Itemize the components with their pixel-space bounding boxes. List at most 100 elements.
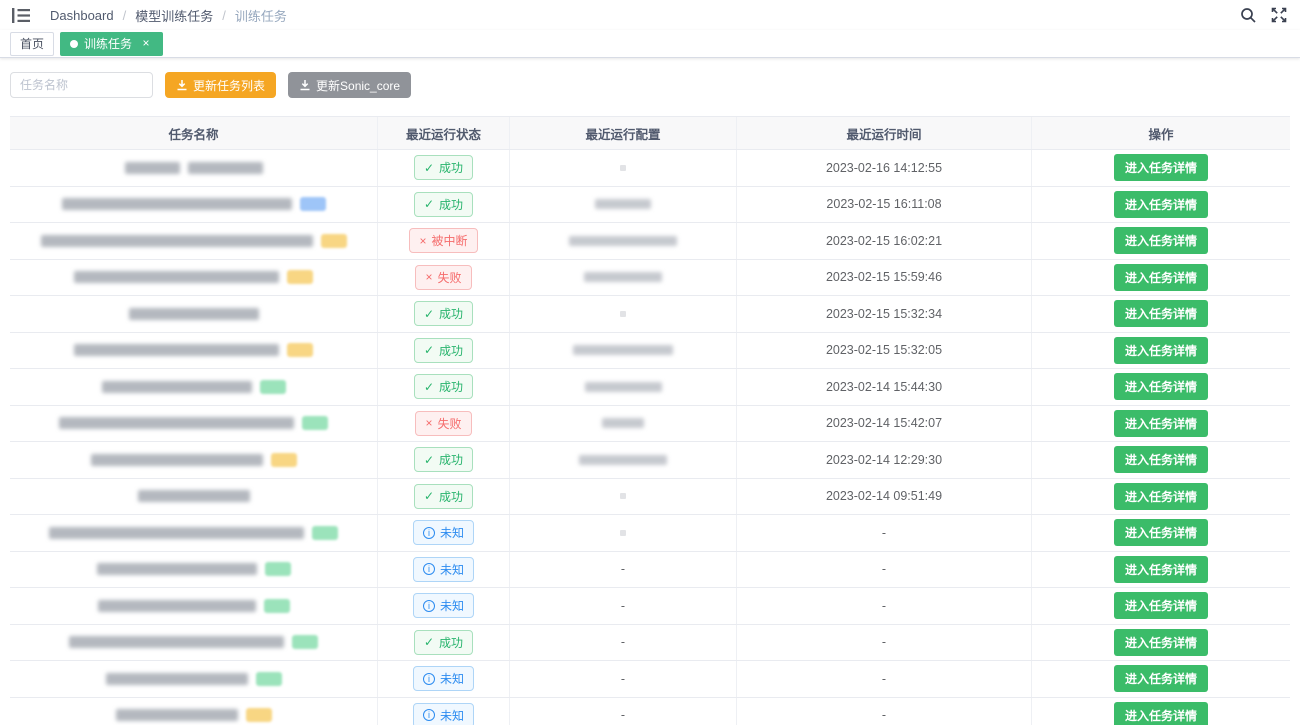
enter-task-button[interactable]: 进入任务详情 — [1114, 592, 1208, 619]
redacted-text-block — [138, 490, 250, 502]
status-badge: i未知 — [413, 666, 474, 691]
breadcrumb-separator: / — [123, 8, 127, 23]
status-label: 成功 — [439, 342, 463, 359]
task-name-redacted — [129, 308, 259, 320]
task-name-redacted — [41, 234, 347, 248]
enter-task-button[interactable]: 进入任务详情 — [1114, 337, 1208, 364]
redacted-config-block — [585, 382, 662, 392]
task-tag-green — [312, 526, 338, 540]
table-row: ✓成功2023-02-16 14:12:55进入任务详情 — [10, 150, 1290, 187]
status-cell: ✓成功 — [378, 479, 510, 515]
enter-task-button[interactable]: 进入任务详情 — [1114, 519, 1208, 546]
enter-task-button[interactable]: 进入任务详情 — [1114, 446, 1208, 473]
task-name-cell — [10, 625, 378, 661]
status-cell: ✓成功 — [378, 625, 510, 661]
table-row: i未知--进入任务详情 — [10, 588, 1290, 625]
enter-task-button[interactable]: 进入任务详情 — [1114, 410, 1208, 437]
enter-task-button[interactable]: 进入任务详情 — [1114, 629, 1208, 656]
config-cell: - — [510, 625, 737, 661]
tab-active[interactable]: 训练任务× — [60, 32, 163, 56]
action-cell: 进入任务详情 — [1032, 479, 1290, 515]
time-cell: 2023-02-14 12:29:30 — [737, 442, 1032, 478]
time-cell: 2023-02-15 16:02:21 — [737, 223, 1032, 259]
redacted-text-block — [116, 709, 238, 721]
config-empty-dash: - — [621, 562, 625, 576]
enter-task-button[interactable]: 进入任务详情 — [1114, 702, 1208, 725]
action-cell: 进入任务详情 — [1032, 333, 1290, 369]
action-cell: 进入任务详情 — [1032, 442, 1290, 478]
status-cell: i未知 — [378, 588, 510, 624]
task-name-cell — [10, 260, 378, 296]
time-cell: - — [737, 515, 1032, 551]
task-name-cell — [10, 187, 378, 223]
status-success-icon: ✓ — [424, 161, 434, 175]
breadcrumb-item[interactable]: 模型训练任务 — [135, 6, 213, 25]
enter-task-button[interactable]: 进入任务详情 — [1114, 264, 1208, 291]
table-row: ×失败2023-02-15 15:59:46进入任务详情 — [10, 260, 1290, 297]
status-badge: ✓成功 — [414, 484, 473, 509]
task-tag-green — [256, 672, 282, 686]
status-badge: × 失败 — [415, 265, 471, 290]
config-cell: - — [510, 588, 737, 624]
task-name-input[interactable] — [10, 72, 153, 98]
task-tag-green — [302, 416, 328, 430]
task-name-cell — [10, 515, 378, 551]
enter-task-button[interactable]: 进入任务详情 — [1114, 191, 1208, 218]
task-name-redacted — [49, 526, 338, 540]
search-icon[interactable] — [1240, 7, 1257, 24]
status-success-icon: ✓ — [424, 197, 434, 211]
task-tag-yellow — [246, 708, 272, 722]
action-cell: 进入任务详情 — [1032, 588, 1290, 624]
status-cell: ✓成功 — [378, 442, 510, 478]
tags-view-bar: 首页训练任务× — [0, 30, 1300, 58]
status-success-icon: ✓ — [424, 343, 434, 357]
task-name-redacted — [59, 416, 328, 430]
config-empty-dash: - — [621, 708, 625, 722]
config-cell — [510, 479, 737, 515]
close-tab-icon[interactable]: × — [139, 37, 153, 51]
action-cell: 进入任务详情 — [1032, 187, 1290, 223]
status-label: 失败 — [438, 269, 462, 286]
update-sonic-core-label: 更新Sonic_core — [316, 77, 400, 94]
enter-task-button[interactable]: 进入任务详情 — [1114, 300, 1208, 327]
redacted-config-block — [584, 272, 662, 282]
status-cell: ✓ 成功 — [378, 333, 510, 369]
redacted-config-block — [579, 455, 667, 465]
sidebar-toggle-icon[interactable] — [12, 6, 34, 24]
navbar-actions — [1240, 7, 1288, 24]
status-label: 未知 — [440, 670, 464, 687]
time-cell: - — [737, 552, 1032, 588]
table-row: ✓成功 2023-02-14 12:29:30 进入任务详情 — [10, 442, 1290, 479]
config-cell — [510, 223, 737, 259]
enter-task-button[interactable]: 进入任务详情 — [1114, 665, 1208, 692]
fullscreen-icon[interactable] — [1271, 7, 1288, 24]
status-failed-icon: × — [425, 270, 432, 284]
status-label: 成功 — [439, 305, 463, 322]
task-name-redacted — [91, 453, 297, 467]
enter-task-button[interactable]: 进入任务详情 — [1114, 227, 1208, 254]
redacted-text-block — [129, 308, 259, 320]
breadcrumb-item[interactable]: Dashboard — [50, 8, 114, 23]
update-task-list-button[interactable]: 更新任务列表 — [165, 72, 276, 98]
status-unknown-icon: i — [423, 563, 435, 575]
breadcrumb-item: 训练任务 — [235, 6, 287, 25]
status-unknown-icon: i — [423, 600, 435, 612]
task-tag-green — [265, 562, 291, 576]
task-tag-green — [260, 380, 286, 394]
enter-task-button[interactable]: 进入任务详情 — [1114, 373, 1208, 400]
top-navbar: Dashboard/模型训练任务/训练任务 — [0, 0, 1300, 30]
redacted-config-block — [595, 199, 651, 209]
status-badge: i未知 — [413, 593, 474, 618]
tab-item[interactable]: 首页 — [10, 32, 54, 56]
enter-task-button[interactable]: 进入任务详情 — [1114, 483, 1208, 510]
enter-task-button[interactable]: 进入任务详情 — [1114, 556, 1208, 583]
status-label: 成功 — [439, 634, 463, 651]
redacted-text-block — [102, 381, 252, 393]
update-sonic-core-button[interactable]: 更新Sonic_core — [288, 72, 411, 98]
status-label: 成功 — [439, 378, 463, 395]
redacted-text-block — [188, 162, 263, 174]
enter-task-button[interactable]: 进入任务详情 — [1114, 154, 1208, 181]
task-name-redacted — [74, 270, 313, 284]
redacted-text-block — [69, 636, 284, 648]
config-cell: - — [510, 552, 737, 588]
